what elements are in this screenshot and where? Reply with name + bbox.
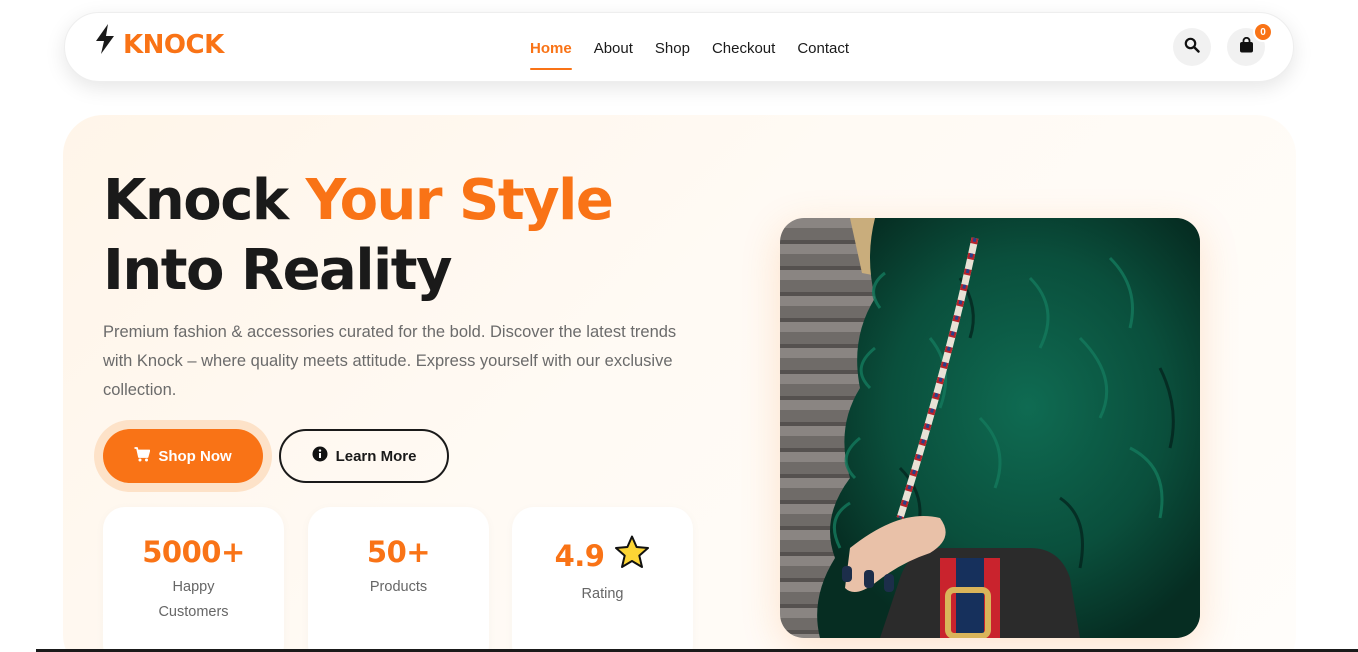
stat-value-text: 50+ (366, 535, 431, 569)
nav-link-contact[interactable]: Contact (797, 13, 849, 83)
stat-value-text: 4.9 (554, 538, 605, 573)
nav-link-checkout[interactable]: Checkout (712, 13, 775, 83)
cart-button[interactable]: 0 (1227, 22, 1273, 66)
nav-link-home[interactable]: Home (530, 13, 572, 83)
search-icon (1184, 37, 1200, 58)
stat-value-text: 5000+ (142, 535, 245, 569)
brand-name: KNOCK (123, 30, 224, 60)
learn-more-button[interactable]: Learn More (279, 429, 449, 483)
headline-line2: Into Reality (103, 238, 453, 303)
headline-part1: Knock (103, 168, 306, 233)
stat-value: 4.9 (512, 535, 693, 576)
nav-link-about[interactable]: About (594, 13, 633, 83)
search-button[interactable] (1173, 28, 1211, 66)
stat-label: Rating (581, 586, 624, 602)
cart-count-badge: 0 (1253, 22, 1273, 42)
stat-value: 50+ (308, 535, 489, 569)
cart-icon (134, 446, 151, 466)
shop-now-label: Shop Now (158, 447, 232, 465)
stat-card-products: 50+ Products (308, 507, 489, 652)
hero-product-image (780, 218, 1200, 638)
stat-label: Products (369, 579, 428, 595)
info-icon (312, 446, 328, 466)
stat-card-rating: 4.9 Rating (512, 507, 693, 652)
main-nav: Home About Shop Checkout Contact (530, 13, 849, 83)
shop-now-button[interactable]: Shop Now (103, 429, 263, 483)
lightning-bolt-icon (93, 23, 117, 60)
stat-card-customers: 5000+ Happy Customers (103, 507, 284, 652)
hero-description: Premium fashion & accessories curated fo… (103, 323, 677, 399)
hero-headline: Knock Your Style Into Reality (103, 166, 614, 306)
headline-accent: Your Style (305, 166, 614, 236)
shopping-bag-icon (1239, 36, 1254, 58)
nav-link-shop[interactable]: Shop (655, 13, 690, 83)
learn-more-label: Learn More (335, 447, 417, 465)
stat-label: Happy Customers (158, 579, 229, 620)
navbar: KNOCK Home About Shop Checkout Contact 0 (64, 12, 1294, 82)
stat-value: 5000+ (103, 535, 284, 569)
star-icon (614, 535, 650, 576)
logo[interactable]: KNOCK (93, 23, 224, 60)
